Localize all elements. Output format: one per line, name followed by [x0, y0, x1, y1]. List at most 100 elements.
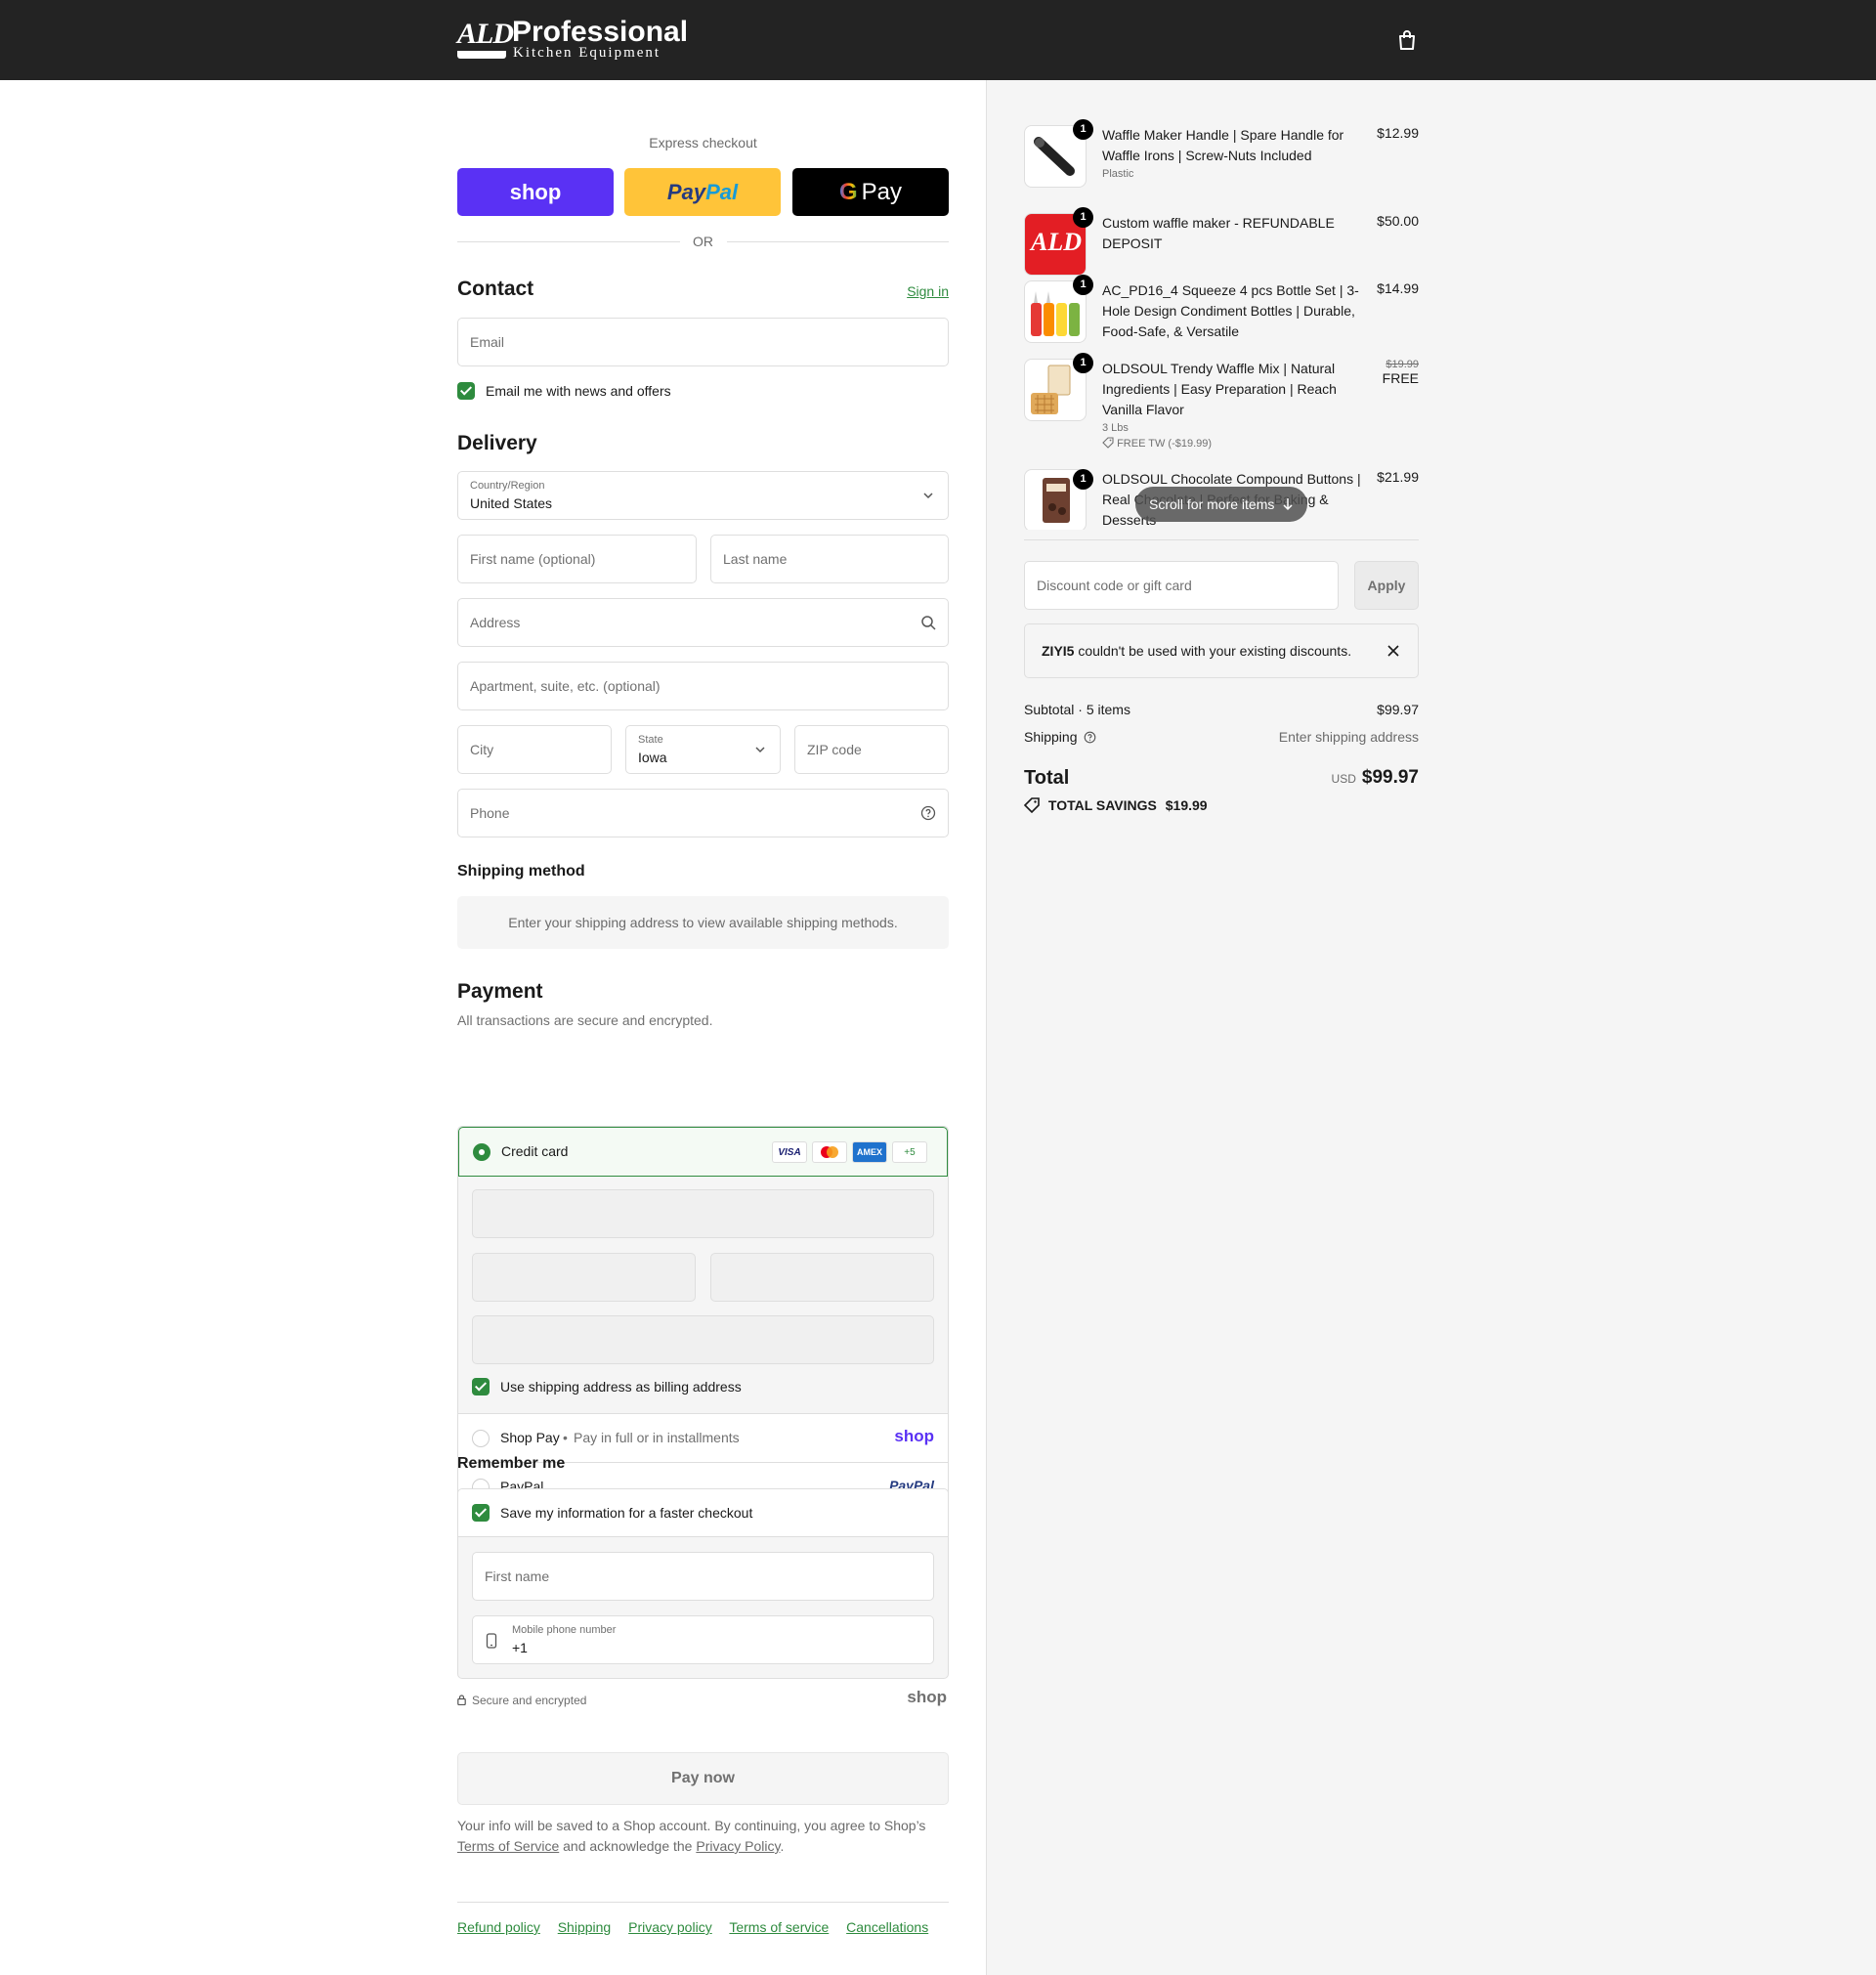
- total-amount: USD $99.97: [1332, 767, 1419, 789]
- mobile-phone-icon: [486, 1633, 497, 1649]
- paypal-label-pay: Pay: [666, 179, 706, 204]
- credit-card-form: Use shipping address as billing address: [458, 1177, 948, 1413]
- top-bar: ALD Professional Kitchen Equipment: [0, 0, 1876, 80]
- email-field[interactable]: Email: [457, 318, 949, 366]
- quantity-badge: 1: [1073, 119, 1093, 140]
- mastercard-circles: [821, 1146, 838, 1158]
- google-pay-express-button[interactable]: G Pay: [792, 168, 949, 216]
- email-placeholder: Email: [470, 334, 505, 350]
- card-expiry-field[interactable]: [472, 1253, 696, 1302]
- close-icon[interactable]: [1386, 644, 1400, 658]
- sign-in-link[interactable]: Sign in: [907, 283, 949, 299]
- google-g-icon: G: [838, 178, 858, 205]
- item-name: AC_PD16_4 Squeeze 4 pcs Bottle Set | 3-H…: [1102, 280, 1361, 342]
- card-cvv-field[interactable]: [710, 1253, 934, 1302]
- paypal-label-pal: Pal: [705, 179, 739, 204]
- pay-now-button[interactable]: Pay now: [457, 1752, 949, 1805]
- discount-code: ZIYI5: [1042, 643, 1075, 659]
- item-discount-text: FREE TW (-$19.99): [1117, 438, 1213, 450]
- logo-subtitle: Kitchen Equipment: [513, 45, 661, 61]
- card-name-field[interactable]: [472, 1315, 934, 1364]
- footer-link-terms-of-service[interactable]: Terms of service: [729, 1919, 829, 1935]
- card-number-field[interactable]: [472, 1189, 934, 1238]
- amex-icon: AMEX: [852, 1141, 887, 1163]
- item-original-price: $19.99: [1386, 359, 1419, 370]
- zip-placeholder: ZIP code: [807, 742, 862, 757]
- shipping-value: Enter shipping address: [1278, 729, 1419, 745]
- first-name-field[interactable]: First name (optional): [457, 535, 697, 583]
- bag-icon[interactable]: [1397, 29, 1417, 51]
- search-icon: [921, 616, 936, 630]
- scroll-more-label: Scroll for more items: [1149, 496, 1275, 512]
- item-price: FREE: [1382, 370, 1419, 386]
- help-circle-icon[interactable]: [920, 805, 936, 821]
- shipping-label: Shipping: [1024, 729, 1078, 745]
- footer-link-shipping[interactable]: Shipping: [558, 1919, 612, 1935]
- tag-icon: [1023, 797, 1040, 814]
- shop-pay-express-button[interactable]: shop: [457, 168, 614, 216]
- credit-card-option[interactable]: Credit card VISA AMEX +5: [458, 1127, 948, 1177]
- last-name-field[interactable]: Last name: [710, 535, 949, 583]
- phone-field[interactable]: Phone: [457, 789, 949, 837]
- footer-link-privacy-policy[interactable]: Privacy policy: [628, 1919, 712, 1935]
- discount-error-text: couldn't be used with your existing disc…: [1078, 643, 1352, 659]
- apply-discount-button[interactable]: Apply: [1354, 561, 1419, 610]
- store-logo[interactable]: ALD Professional Kitchen Equipment: [457, 16, 688, 61]
- shop-pay-label: shop: [509, 179, 562, 204]
- footer-links: Refund policy Shipping Privacy policy Te…: [457, 1919, 942, 1935]
- tag-icon: [1102, 437, 1114, 449]
- zip-field[interactable]: ZIP code: [794, 725, 949, 774]
- mobile-phone-field[interactable]: Mobile phone number +1: [472, 1615, 934, 1664]
- shop-pay-description: Pay in full or in installments: [574, 1430, 740, 1445]
- footer-link-cancellations[interactable]: Cancellations: [846, 1919, 928, 1935]
- save-info-row[interactable]: Save my information for a faster checkou…: [458, 1489, 948, 1537]
- apartment-field[interactable]: Apartment, suite, etc. (optional): [457, 662, 949, 710]
- visa-icon: VISA: [772, 1141, 807, 1163]
- item-name: OLDSOUL Trendy Waffle Mix | Natural Ingr…: [1102, 359, 1361, 451]
- news-checkbox-label: Email me with news and offers: [486, 383, 671, 399]
- shop-pay-radio[interactable]: [472, 1430, 490, 1447]
- city-field[interactable]: City: [457, 725, 612, 774]
- secure-encrypted-text: Secure and encrypted: [472, 1694, 587, 1707]
- logo-bar: [457, 51, 506, 59]
- save-info-checkbox[interactable]: [472, 1504, 490, 1522]
- footer-link-refund-policy[interactable]: Refund policy: [457, 1919, 540, 1935]
- contact-heading: Contact: [457, 278, 534, 300]
- shipping-method-heading: Shipping method: [457, 863, 585, 880]
- address-field[interactable]: Address: [457, 598, 949, 647]
- privacy-policy-link[interactable]: Privacy Policy: [696, 1838, 780, 1854]
- remember-first-name-placeholder: First name: [485, 1568, 550, 1584]
- shop-pay-label: Shop Pay: [500, 1430, 560, 1445]
- quantity-badge: 1: [1073, 207, 1093, 228]
- apartment-placeholder: Apartment, suite, etc. (optional): [470, 678, 661, 694]
- city-placeholder: City: [470, 742, 494, 757]
- more-cards-badge: +5: [892, 1141, 927, 1163]
- item-price-block: $19.99 FREE: [1383, 359, 1419, 386]
- country-select[interactable]: Country/Region United States: [457, 471, 949, 520]
- paypal-express-button[interactable]: Pay Pal: [624, 168, 781, 216]
- discount-code-placeholder: Discount code or gift card: [1037, 578, 1192, 593]
- legal-text-2: and acknowledge the: [563, 1838, 693, 1854]
- total-savings-value: $19.99: [1165, 797, 1208, 813]
- state-value: Iowa: [638, 750, 667, 765]
- billing-same-checkbox[interactable]: [472, 1378, 490, 1395]
- payment-subtitle: All transactions are secure and encrypte…: [457, 1012, 713, 1028]
- terms-of-service-link[interactable]: Terms of Service: [457, 1838, 559, 1854]
- state-select[interactable]: State Iowa: [625, 725, 781, 774]
- item-variant: Plastic: [1102, 168, 1134, 180]
- google-pay-label: Pay: [861, 178, 903, 205]
- quantity-badge: 1: [1073, 275, 1093, 295]
- remember-first-name-field[interactable]: First name: [472, 1552, 934, 1601]
- item-title: Custom waffle maker - REFUNDABLE DEPOSIT: [1102, 215, 1335, 251]
- mobile-phone-label: Mobile phone number: [512, 1624, 617, 1636]
- credit-card-radio[interactable]: [473, 1143, 490, 1161]
- chevron-down-icon: [755, 747, 765, 753]
- subtotal-label: Subtotal · 5 items: [1024, 702, 1130, 717]
- express-checkout-title: Express checkout: [649, 135, 757, 150]
- lock-icon: [457, 1695, 466, 1705]
- scroll-more-button[interactable]: Scroll for more items: [1135, 487, 1307, 522]
- news-checkbox[interactable]: [457, 382, 475, 400]
- save-info-label: Save my information for a faster checkou…: [500, 1505, 753, 1521]
- discount-code-field[interactable]: Discount code or gift card: [1024, 561, 1339, 610]
- help-circle-icon[interactable]: [1084, 731, 1096, 744]
